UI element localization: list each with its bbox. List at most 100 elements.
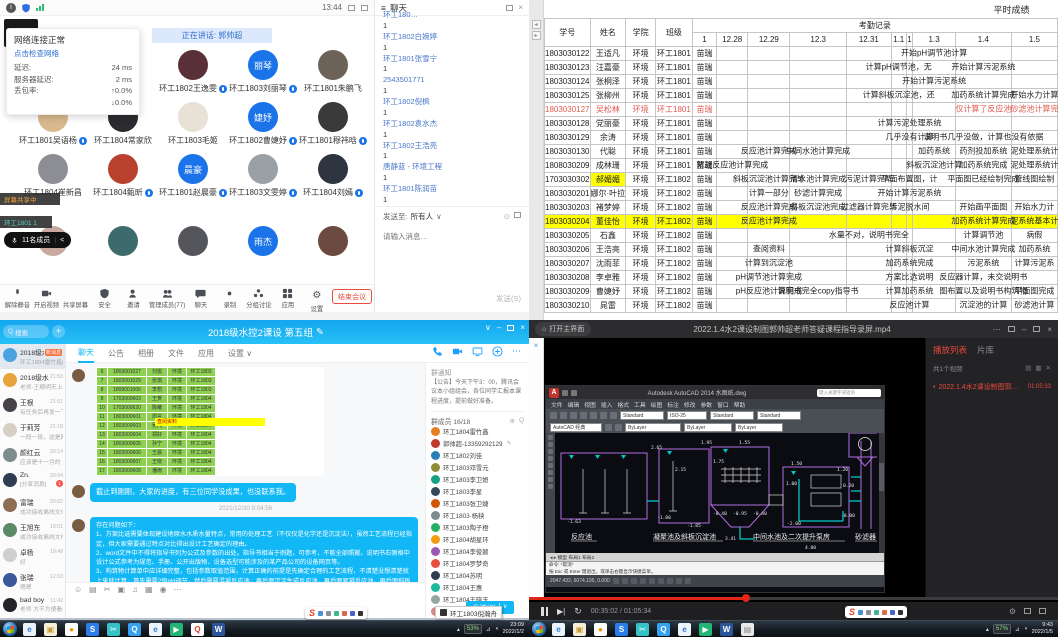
sheet-cell[interactable] (913, 228, 955, 242)
sogou-tool-icon[interactable] (898, 610, 903, 615)
emoji-icon[interactable]: ☺ (74, 585, 82, 594)
sogou-tool-icon[interactable] (866, 610, 871, 615)
sheet-cell[interactable]: 砂滤池计算完 (1011, 102, 1057, 116)
network-tray-icon[interactable]: ⊿ (1015, 626, 1020, 633)
battery-indicator[interactable]: 57% (993, 624, 1011, 634)
participant-tile[interactable]: 婕妤 环工1802曹婕妤 (228, 102, 298, 146)
sheet-cell[interactable] (790, 214, 846, 228)
open-main-button[interactable]: ⌂打开主界面 (535, 322, 591, 336)
sheet-cell[interactable]: 苗瑞 (692, 46, 716, 60)
taskbar-app-icon[interactable]: ▶ (170, 623, 183, 636)
member-row[interactable]: 环工1804李俊颖 (431, 546, 524, 558)
sheet-cell[interactable]: 环工1802 (656, 186, 693, 200)
sheet-cell[interactable]: 环境 (626, 214, 656, 228)
sheet-cell[interactable] (955, 116, 1011, 130)
conversation-item[interactable]: 张瑞 12:03 嗯嗯 (0, 569, 65, 594)
participant-tile[interactable]: 晨豪 环工1801赵晨豪 (158, 154, 228, 198)
sheet-cell[interactable] (790, 298, 846, 312)
sheet-cell[interactable]: 加药系统完成 (906, 256, 913, 270)
chat-input[interactable] (375, 230, 529, 243)
taskbar-app-icon[interactable]: ▤ (741, 623, 754, 636)
sheet-cell[interactable]: 汪嘉豪 (590, 60, 626, 74)
sheet-cell[interactable]: 1803030129 (545, 130, 591, 144)
sheet-cell[interactable]: 苗瑞 (692, 88, 716, 102)
sheet-cell[interactable]: 仅计算了反应池 (955, 102, 1011, 116)
sheet-cell[interactable]: 环境 (626, 242, 656, 256)
sheet-cell[interactable]: pH调节池计算完成 (748, 270, 790, 284)
sheet-cell[interactable]: 环工1802 (656, 270, 693, 284)
sheet-cell[interactable]: 1803030204 (545, 214, 591, 228)
sheet-cell[interactable]: 开始画平面图 (955, 200, 1011, 214)
floating-member-pill[interactable]: 11名成员 | < (4, 232, 71, 248)
sheet-cell[interactable]: 反应池计算 (906, 298, 913, 312)
taskbar-app-icon[interactable]: Q (128, 623, 141, 636)
sheet-cell[interactable]: 苗瑞 (692, 214, 716, 228)
volume-tray-icon[interactable]: ◖ (1024, 626, 1028, 632)
sheet-cell[interactable]: 1803030206 (545, 242, 591, 256)
sheet-cell[interactable]: 环境 (626, 284, 656, 298)
sheet-cell[interactable]: 环境 (626, 116, 656, 130)
sheet-cell[interactable]: 沈雨菲 (590, 256, 626, 270)
sheet-cell[interactable]: 张柳州 (590, 88, 626, 102)
screenshot-icon[interactable]: ▤ (89, 585, 97, 594)
sheet-cell[interactable]: 苗瑞 (692, 144, 716, 158)
search-input[interactable]: Q搜索 (3, 325, 49, 338)
sheet-cell[interactable] (913, 214, 955, 228)
participant-tile[interactable]: 环工1801朱鹏飞 (298, 50, 368, 94)
conversation-item[interactable]: 2018级水控2… 新消息 环工1804雷竹鑫(雷… (0, 344, 65, 369)
sheet-cell[interactable] (717, 46, 748, 60)
sheet-cell[interactable]: 环工1802 (656, 298, 693, 312)
participant-tile[interactable]: 雨杰 (228, 226, 298, 256)
mic-icon[interactable]: ◉ (160, 585, 167, 594)
sheet-cell[interactable] (913, 102, 955, 116)
sheet-cell[interactable]: 平面图已经绘制完成 (955, 172, 1011, 186)
sheet-cell[interactable] (748, 298, 790, 312)
toolbar-button[interactable]: 解除静音 (4, 288, 31, 309)
participant-tile[interactable]: 丽琴 环工1803刘丽琴 (228, 50, 298, 94)
mention-icon[interactable]: ⊙ (504, 212, 510, 221)
sheet-cell[interactable]: 中间水池计算完成 (955, 242, 1011, 256)
sheet-cell[interactable] (1011, 186, 1057, 200)
next-button[interactable]: ▶| (557, 607, 565, 616)
sheet-cell[interactable]: 图布置以及说明书构筑物 (955, 284, 1011, 298)
sheet-cell[interactable] (717, 102, 748, 116)
sheet-cell[interactable]: 查阅资料 (748, 242, 790, 256)
sheet-cell[interactable]: 1803030123 (545, 60, 591, 74)
sogou-tool-icon[interactable] (858, 610, 863, 615)
sheet-cell[interactable]: 1803030128 (545, 116, 591, 130)
participant-tile[interactable]: 环工1804刘嫣 (298, 154, 368, 198)
start-button[interactable] (532, 622, 546, 636)
close-icon[interactable]: × (520, 323, 525, 332)
date-header[interactable]: 1.3 (913, 32, 955, 46)
sheet-cell[interactable] (906, 144, 913, 158)
sheet-cell[interactable]: 环工1801 (656, 88, 693, 102)
sheet-cell[interactable]: 吴松林 (590, 102, 626, 116)
sheet-cell[interactable]: 环境 (626, 60, 656, 74)
taskbar-app-icon[interactable]: e (552, 623, 565, 636)
video-call-icon[interactable] (452, 346, 463, 357)
sheet-cell[interactable] (790, 46, 846, 60)
sheet-cell[interactable]: 反应器计算，未交说明书 (955, 270, 1011, 284)
minimize-icon[interactable]: – (1022, 325, 1026, 334)
sheet-cell[interactable]: 环境 (626, 172, 656, 186)
sheet-cell[interactable]: 加药系统完成 (955, 158, 1011, 172)
tab-playlist[interactable]: 播放列表 (933, 344, 967, 356)
sogou-input-bar[interactable]: S (305, 607, 367, 619)
member-row[interactable]: 环工1803陶子橙 (431, 522, 524, 534)
taskbar-app-icon[interactable]: e (23, 623, 36, 636)
sheet-cell[interactable]: 石鑫 (590, 228, 626, 242)
participant-tile[interactable] (298, 226, 368, 256)
sheet-cell[interactable] (846, 74, 891, 88)
sheet-cell[interactable]: 苗瑞 (692, 74, 716, 88)
sheet-cell[interactable]: 加药系统计算完成 (955, 214, 1011, 228)
sheet-cell[interactable]: 苗瑞 (692, 256, 716, 270)
sheet-cell[interactable] (891, 214, 906, 228)
sheet-cell[interactable] (891, 144, 906, 158)
sheet-cell[interactable]: 曹婕妤 (590, 284, 626, 298)
sheet-cell[interactable]: 张桐泽 (590, 74, 626, 88)
sheet-cell[interactable]: 环境 (626, 200, 656, 214)
sheet-cell[interactable]: 计算斜板沉淀池，还 (891, 88, 906, 102)
qq-tab[interactable]: 文件 (168, 344, 184, 363)
sender-name[interactable]: 唐静蓝 - 环境工程 (383, 162, 521, 173)
sheet-cell[interactable]: 郝媚媚 (590, 172, 626, 186)
